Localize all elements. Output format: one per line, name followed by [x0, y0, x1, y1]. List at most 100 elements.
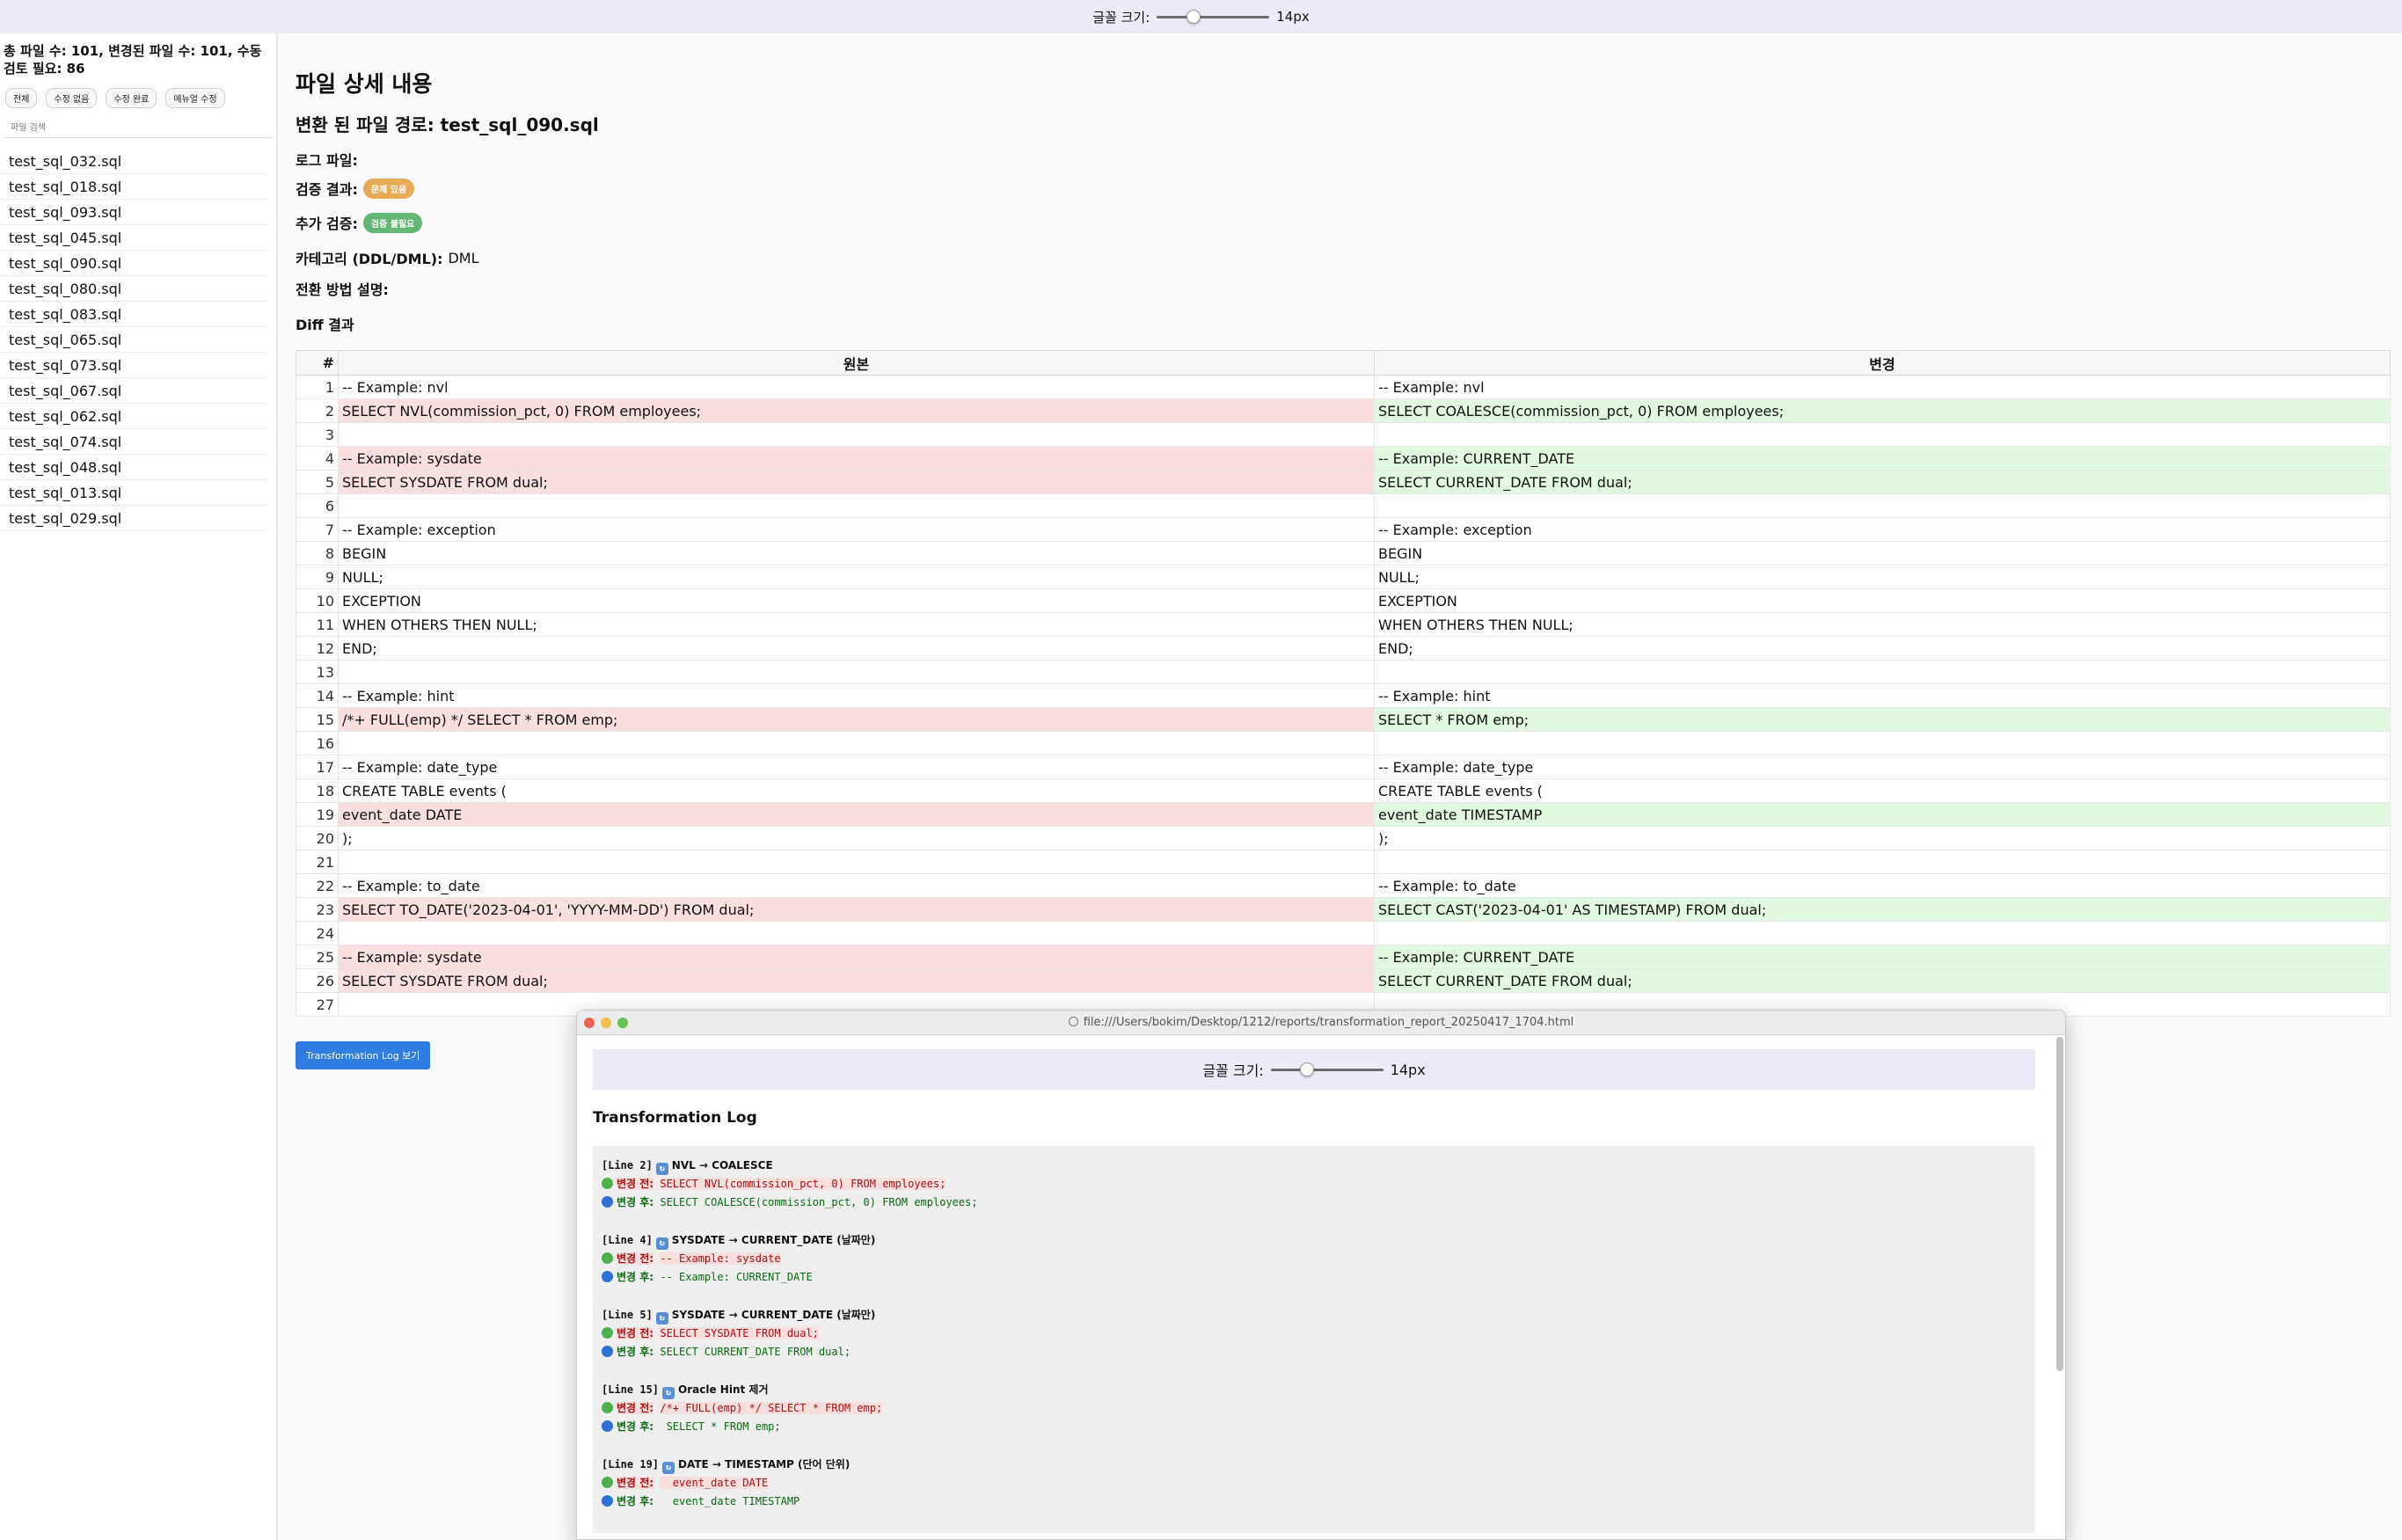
log-rule-name: SYSDATE → CURRENT_DATE (날짜만) [671, 1309, 876, 1321]
diff-row: 11 WHEN OTHERS THEN NULL; WHEN OTHERS THEN… [296, 612, 2391, 637]
diff-original-cell [338, 660, 1375, 684]
font-size-slider-thumb[interactable] [1186, 10, 1201, 24]
diff-modified-cell: -- Example: date_type [1374, 755, 2391, 779]
minimize-window-button[interactable] [601, 1018, 611, 1028]
log-code: -- Example: sysdate [660, 1252, 781, 1265]
log-rule-name: Oracle Hint 제거 [678, 1383, 769, 1396]
diff-original-cell: -- Example: exception [338, 517, 1375, 542]
green-circle-icon [602, 1402, 613, 1413]
diff-row: 12 END; END; [296, 636, 2391, 661]
extra-validation-row: 추가 검증: 검증 불필요 [296, 212, 423, 233]
diff-row: 7 -- Example: exception -- Example: except… [296, 517, 2391, 542]
diff-row: 13 [296, 660, 2391, 684]
file-list-item[interactable]: test_sql_074.sql [0, 429, 269, 455]
filter-buttons: 전체 수정 없음 수정 완료 메뉴얼 수정 [0, 77, 276, 115]
diff-original-cell: SELECT SYSDATE FROM dual; [338, 470, 1375, 494]
diff-modified-cell: -- Example: nvl [1374, 375, 2391, 399]
log-code: SELECT CURRENT_DATE FROM dual; [660, 1346, 851, 1358]
log-change-label: 변경 전: [617, 1178, 654, 1190]
blue-circle-icon [602, 1495, 613, 1507]
diff-header-modified: 변경 [1374, 350, 2391, 376]
diff-original-cell: SELECT SYSDATE FROM dual; [338, 968, 1375, 993]
diff-header-row: # 원본 변경 [296, 350, 2391, 376]
diff-original-cell: event_date DATE [338, 802, 1375, 827]
diff-header-original: 원본 [338, 350, 1375, 376]
file-list-item[interactable]: test_sql_093.sql [0, 200, 269, 225]
font-size-slider[interactable] [1157, 10, 1270, 24]
diff-header-number: # [296, 350, 339, 376]
file-list-item[interactable]: test_sql_067.sql [0, 378, 269, 404]
diff-row: 26 SELECT SYSDATE FROM dual; SELECT CURREN… [296, 968, 2391, 993]
diff-modified-cell [1374, 921, 2391, 945]
file-list-item[interactable]: test_sql_073.sql [0, 353, 269, 378]
log-code: event_date TIMESTAMP [660, 1495, 800, 1507]
diff-modified-cell: ); [1374, 826, 2391, 850]
file-list-item[interactable]: test_sql_062.sql [0, 404, 269, 429]
close-window-button[interactable] [584, 1018, 595, 1028]
filter-all-button[interactable]: 전체 [5, 88, 38, 108]
file-list-item[interactable]: test_sql_029.sql [0, 506, 269, 531]
file-list-item[interactable]: test_sql_018.sql [0, 174, 269, 200]
log-entry-header: [Line 4] ↻ SYSDATE → CURRENT_DATE (날짜만) [602, 1231, 2026, 1250]
extra-validation-badge: 검증 불필요 [362, 212, 423, 233]
blue-circle-icon [602, 1196, 613, 1208]
file-list-item[interactable]: test_sql_048.sql [0, 455, 269, 480]
file-lock-icon [1068, 1017, 1078, 1026]
diff-row: 9 NULL; NULL; [296, 565, 2391, 589]
log-after-line: 변경 후: -- Example: CURRENT_DATE [602, 1268, 2026, 1287]
method-label: 전환 방법 설명: [296, 281, 389, 298]
file-list-item[interactable]: test_sql_045.sql [0, 225, 269, 251]
log-line-ref: [Line 4] [602, 1234, 653, 1246]
diff-original-cell [338, 850, 1375, 874]
diff-original-cell [338, 921, 1375, 945]
filter-manual-button[interactable]: 메뉴얼 수정 [165, 88, 225, 108]
popup-font-size-slider-thumb[interactable] [1300, 1062, 1315, 1077]
diff-line-number: 20 [296, 826, 339, 850]
file-list-item[interactable]: test_sql_065.sql [0, 327, 269, 353]
log-entry: [Line 4] ↻ SYSDATE → CURRENT_DATE (날짜만) 변경 … [602, 1231, 2026, 1287]
diff-row: 6 [296, 493, 2391, 518]
filter-unchanged-button[interactable]: 수정 없음 [46, 88, 98, 108]
transformation-log-button[interactable]: Transformation Log 보기 [296, 1041, 431, 1069]
diff-original-cell: -- Example: date_type [338, 755, 1375, 779]
log-rule-name: DATE → TIMESTAMP (단어 단위) [678, 1458, 851, 1471]
diff-line-number: 4 [296, 446, 339, 471]
diff-line-number: 23 [296, 897, 339, 922]
diff-line-number: 19 [296, 802, 339, 827]
log-line-ref: [Line 5] [602, 1309, 653, 1321]
diff-modified-cell [1374, 422, 2391, 447]
diff-heading-row: Diff 결과 [296, 313, 354, 334]
file-list-item[interactable]: test_sql_080.sql [0, 276, 269, 302]
diff-row: 10 EXCEPTION EXCEPTION [296, 588, 2391, 613]
maximize-window-button[interactable] [617, 1018, 628, 1028]
log-change-label: 변경 전: [617, 1252, 654, 1265]
diff-row: 4 -- Example: sysdate -- Example: CURRENT_… [296, 446, 2391, 471]
diff-row: 17 -- Example: date_type -- Example: date_… [296, 755, 2391, 779]
log-rule-name: SYSDATE → CURRENT_DATE (날짜만) [671, 1234, 876, 1246]
diff-line-number: 13 [296, 660, 339, 684]
log-code: /*+ FULL(emp) */ SELECT * FROM emp; [660, 1402, 883, 1414]
log-line-ref: [Line 15] [602, 1383, 660, 1396]
log-change-label: 변경 후: [617, 1196, 654, 1208]
popup-scrollbar[interactable] [2056, 1037, 2063, 1371]
validation-row: 검증 결과: 문제 있음 [296, 178, 415, 199]
file-list-item[interactable]: test_sql_032.sql [0, 149, 269, 174]
file-list-item[interactable]: test_sql_090.sql [0, 251, 269, 276]
log-before-line: 변경 전: SELECT SYSDATE FROM dual; [602, 1325, 2026, 1343]
filter-modified-button[interactable]: 수정 완료 [106, 88, 157, 108]
diff-line-number: 27 [296, 992, 339, 1017]
green-circle-icon [602, 1178, 613, 1189]
diff-modified-cell [1374, 731, 2391, 755]
log-line-ref: [Line 2] [602, 1159, 653, 1171]
log-entry-header: [Line 5] ↻ SYSDATE → CURRENT_DATE (날짜만) [602, 1306, 2026, 1325]
file-list-item[interactable]: test_sql_083.sql [0, 302, 269, 327]
popup-font-size-slider[interactable] [1270, 1062, 1384, 1077]
diff-modified-cell [1374, 850, 2391, 874]
file-list-item[interactable]: test_sql_013.sql [0, 480, 269, 506]
popup-font-size-bar: 글꼴 크기: 14px [593, 1049, 2035, 1090]
diff-original-cell: -- Example: sysdate [338, 945, 1375, 969]
file-search-input[interactable] [4, 119, 273, 138]
diff-row: 24 [296, 921, 2391, 945]
diff-line-number: 14 [296, 683, 339, 708]
diff-line-number: 6 [296, 493, 339, 518]
